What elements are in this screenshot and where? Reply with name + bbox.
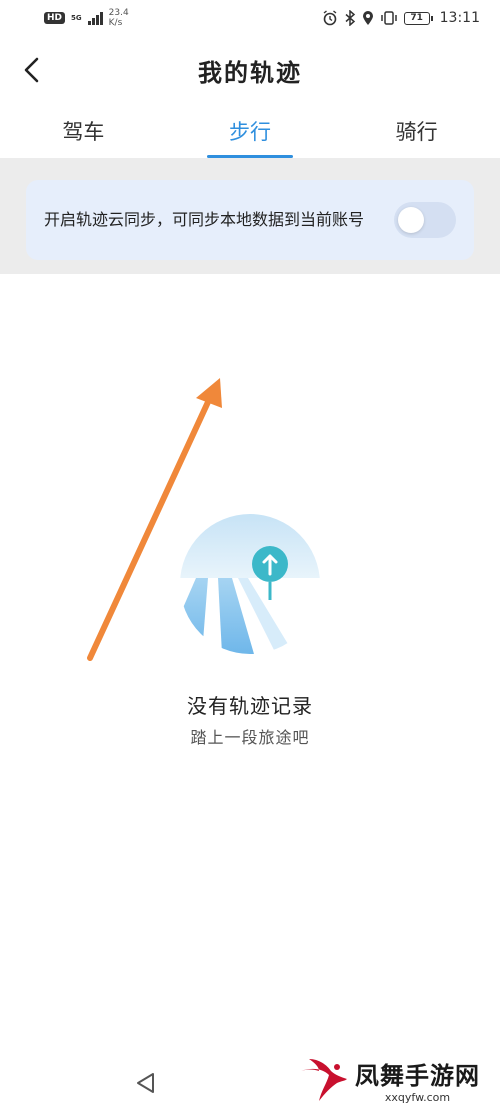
status-right: 71 13:11 xyxy=(322,10,480,26)
network-type: 5G xyxy=(71,14,82,22)
status-left: HD 5G 23.4 K/s xyxy=(44,8,129,28)
mode-tabs: 驾车 步行 骑行 xyxy=(0,104,500,158)
network-indicator: 5G xyxy=(71,14,82,22)
empty-state-title: 没有轨迹记录 xyxy=(187,694,313,718)
cloud-sync-toggle[interactable] xyxy=(394,202,456,238)
tab-label: 驾车 xyxy=(62,120,105,144)
bluetooth-icon xyxy=(345,10,355,26)
cloud-sync-text: 开启轨迹云同步，可同步本地数据到当前账号 xyxy=(44,210,365,229)
empty-track-illustration xyxy=(180,514,320,654)
hd-badge: HD xyxy=(44,12,66,24)
header: 我的轨迹 xyxy=(0,40,500,100)
tab-label: 骑行 xyxy=(395,120,438,144)
empty-state-subtitle: 踏上一段旅途吧 xyxy=(190,728,310,747)
battery-icon: 71 xyxy=(403,11,433,25)
back-button[interactable] xyxy=(14,52,50,88)
network-speed-value: 23.4 xyxy=(108,8,129,18)
cloud-sync-card: 开启轨迹云同步，可同步本地数据到当前账号 xyxy=(26,180,474,260)
watermark-brand: 凤舞手游网 xyxy=(355,1062,480,1090)
status-bar: HD 5G 23.4 K/s 71 13:11 xyxy=(0,0,500,36)
tab-driving[interactable]: 驾车 xyxy=(0,104,167,158)
toggle-knob xyxy=(398,207,424,233)
alarm-icon xyxy=(323,10,337,26)
clock: 13:11 xyxy=(439,10,480,26)
phoenix-logo-icon xyxy=(301,1059,347,1101)
track-content: 没有轨迹记录 踏上一段旅途吧 xyxy=(0,274,500,1054)
tab-walking[interactable]: 步行 xyxy=(167,104,334,158)
signal-icon xyxy=(87,11,103,25)
tab-label: 步行 xyxy=(229,120,271,144)
vibrate-icon xyxy=(380,11,397,25)
network-speed: 23.4 K/s xyxy=(109,8,129,28)
watermark: 凤舞手游网 xxqyfw.com xyxy=(297,1056,480,1104)
triangle-back-icon xyxy=(137,1072,154,1093)
battery-level: 71 xyxy=(410,13,423,23)
tab-cycling[interactable]: 骑行 xyxy=(333,104,500,158)
watermark-text: 凤舞手游网 xxqyfw.com xyxy=(355,1056,480,1104)
network-speed-unit: K/s xyxy=(108,18,123,28)
page-title: 我的轨迹 xyxy=(198,58,302,87)
watermark-url: xxqyfw.com xyxy=(384,1091,451,1104)
sync-section: 开启轨迹云同步，可同步本地数据到当前账号 xyxy=(0,158,500,274)
chevron-left-icon xyxy=(24,57,39,83)
location-icon xyxy=(362,11,373,25)
nav-back-button[interactable] xyxy=(130,1068,160,1098)
